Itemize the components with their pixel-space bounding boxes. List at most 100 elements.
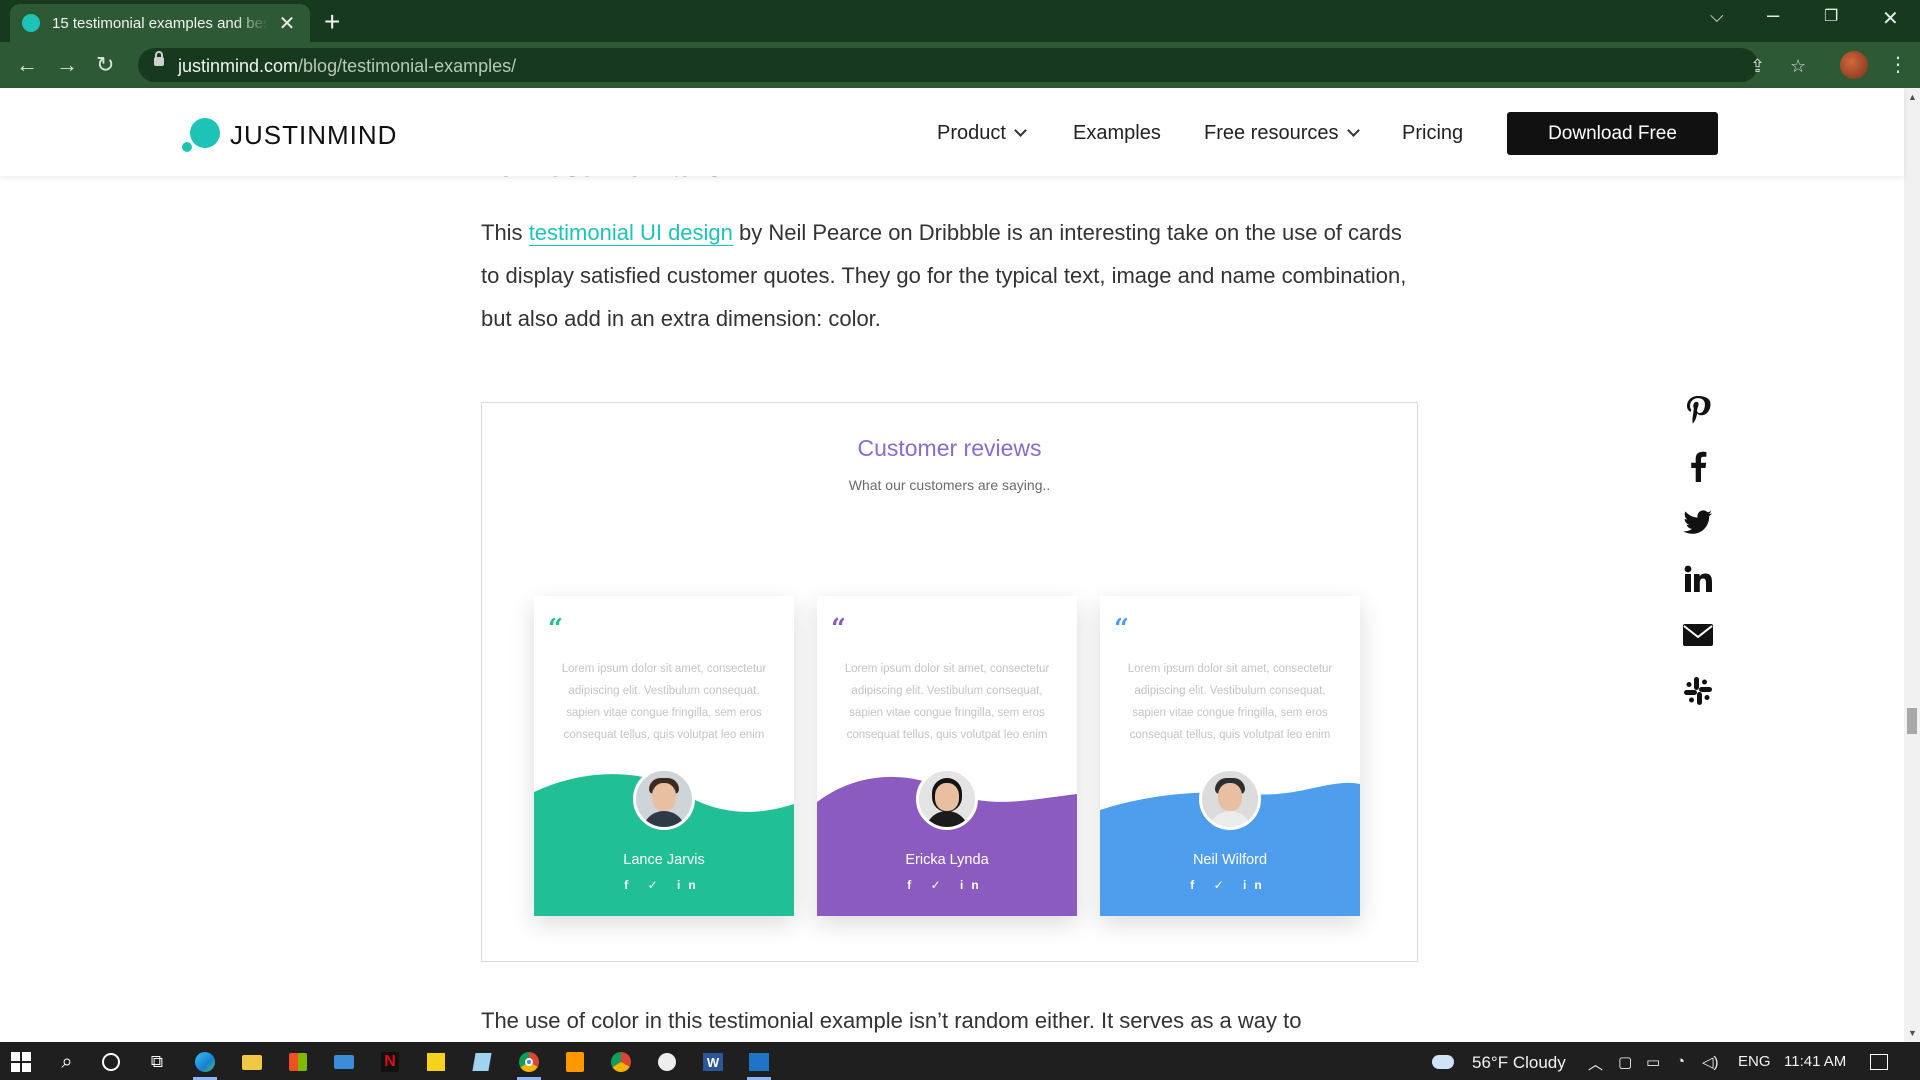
chevron-down-icon <box>1014 124 1027 137</box>
slack-icon[interactable] <box>1682 675 1714 707</box>
quote-mark-icon: “ <box>1114 614 1129 644</box>
logo-text: JUSTINMIND <box>230 119 398 150</box>
site-header: JUSTINMIND Product Examples Free resourc… <box>0 88 1904 176</box>
testimonial-card: “ Lorem ipsum dolor sit amet, consectetu… <box>817 596 1077 916</box>
nav-free-resources[interactable]: Free resources <box>1204 122 1360 145</box>
nav-free-resources-label: Free resources <box>1204 122 1339 144</box>
notifications-icon[interactable] <box>1868 1051 1890 1073</box>
facebook-icon[interactable] <box>1682 450 1714 482</box>
reviewer-social-icons: f ✓ in <box>1190 878 1270 892</box>
intro-paragraph: This testimonial UI design by Neil Pearc… <box>481 211 1421 340</box>
bookmark-star-icon[interactable]: ☆ <box>1790 56 1806 77</box>
restore-button[interactable]: ❐ <box>1824 6 1838 26</box>
tab-title: 15 testimonial examples and best practic… <box>52 14 268 32</box>
chrome-icon[interactable] <box>518 1051 540 1073</box>
search-icon[interactable]: ⌕ <box>56 1051 78 1073</box>
browser-tab-bar: 15 testimonial examples and best practic… <box>0 0 1920 42</box>
avatar <box>1199 768 1261 830</box>
reviewer-name: Neil Wilford <box>1192 852 1268 868</box>
sticky-notes-icon[interactable] <box>425 1051 447 1073</box>
browser-menu-icon[interactable]: ⋮ <box>1888 52 1908 77</box>
linkedin-icon[interactable] <box>1682 563 1714 595</box>
windows-start-icon[interactable] <box>10 1051 32 1073</box>
meet-now-icon[interactable]: ▢ <box>1618 1053 1632 1071</box>
url-domain: justinmind.com <box>178 56 299 76</box>
quote-mark-icon: “ <box>831 614 846 644</box>
chevron-down-icon <box>1346 124 1360 137</box>
reviewer-name: Ericka Lynda <box>905 852 989 868</box>
nav-examples[interactable]: Examples <box>1073 122 1161 145</box>
word-icon[interactable]: W <box>702 1051 724 1073</box>
testimonial-text: Lorem ipsum dolor sit amet, consectetur … <box>1127 663 1333 741</box>
photos-icon[interactable] <box>748 1051 770 1073</box>
mail-icon[interactable] <box>333 1051 355 1073</box>
next-paragraph: The use of color in this testimonial exa… <box>481 1008 1302 1033</box>
emoji-app-icon[interactable] <box>656 1051 678 1073</box>
browser-toolbar: ← → ↻ justinmind.com/blog/testimonial-ex… <box>0 42 1920 88</box>
figure-title: Customer reviews <box>857 435 1042 461</box>
nav-product-label: Product <box>937 122 1006 144</box>
tab-search-icon[interactable]: ⌵ <box>1710 6 1724 27</box>
para-text-before: This <box>481 220 529 245</box>
profile-avatar[interactable] <box>1840 51 1868 79</box>
testimonial-text: Lorem ipsum dolor sit amet, consectetur … <box>561 663 767 741</box>
pinterest-icon[interactable] <box>1682 394 1714 426</box>
new-tab-button[interactable]: + <box>324 6 340 38</box>
lock-icon <box>154 51 164 66</box>
store-icon[interactable] <box>287 1051 309 1073</box>
close-tab-icon[interactable]: ✕ <box>276 11 298 36</box>
windows-taskbar: ⌕ ⧉ N W 56°F Cloudy ︿ ▢ ▭ ◔ ◁) ENG 11:41… <box>0 1042 1920 1080</box>
avatar <box>633 768 695 830</box>
address-bar[interactable]: justinmind.com/blog/testimonial-examples… <box>138 48 1806 82</box>
back-button[interactable]: ← <box>16 52 38 78</box>
testimonial-text: Lorem ipsum dolor sit amet, consectetur … <box>844 663 1050 741</box>
reviewer-social-icons: f ✓ in <box>624 878 704 892</box>
reviewer-name: Lance Jarvis <box>623 852 705 868</box>
section-heading: 10. Testimonial UI <box>481 176 734 184</box>
quote-mark-icon: “ <box>548 614 563 644</box>
battery-icon[interactable]: ▭ <box>1646 1053 1660 1071</box>
browser-tab[interactable]: 15 testimonial examples and best practic… <box>10 4 310 42</box>
input-language[interactable]: ENG <box>1738 1053 1771 1070</box>
task-view-icon[interactable]: ⧉ <box>146 1051 168 1073</box>
clock-time[interactable]: 11:41 AM <box>1784 1053 1846 1070</box>
article-content: 10. Testimonial UI This testimonial UI d… <box>0 176 1904 1042</box>
sublime-text-icon[interactable] <box>564 1051 586 1073</box>
volume-icon[interactable]: ◁) <box>1702 1053 1719 1071</box>
reviewer-social-icons: f ✓ in <box>907 878 987 892</box>
file-explorer-icon[interactable] <box>241 1051 263 1073</box>
testimonial-card: “ Lorem ipsum dolor sit amet, consectetu… <box>534 596 794 916</box>
logo-mark-icon <box>180 118 224 152</box>
chrome-profile-icon[interactable] <box>610 1051 632 1073</box>
testimonial-ui-design-link[interactable]: testimonial UI design <box>528 220 733 246</box>
notepad-icon[interactable] <box>471 1051 493 1073</box>
email-icon[interactable] <box>1682 619 1714 651</box>
cortana-icon[interactable] <box>100 1051 122 1073</box>
url-path: /blog/testimonial-examples/ <box>298 56 517 76</box>
nav-product[interactable]: Product <box>937 122 1027 145</box>
reload-button[interactable]: ↻ <box>96 52 114 78</box>
testimonial-card: “ Lorem ipsum dolor sit amet, consectetu… <box>1100 596 1360 916</box>
wifi-icon[interactable]: ◔ <box>1676 1053 1685 1070</box>
show-hidden-icons-icon[interactable]: ︿ <box>1588 1053 1603 1074</box>
url-text: justinmind.com/blog/testimonial-examples… <box>178 56 516 77</box>
minimize-button[interactable]: – <box>1767 2 1779 28</box>
forward-button[interactable]: → <box>56 52 78 78</box>
share-page-icon[interactable]: ⇪ <box>1750 56 1765 77</box>
edge-browser-icon[interactable] <box>194 1051 216 1073</box>
site-logo[interactable]: JUSTINMIND <box>180 118 397 152</box>
netflix-icon[interactable]: N <box>379 1051 401 1073</box>
cloudy-weather-icon[interactable] <box>1432 1051 1454 1073</box>
scrollbar-thumb[interactable] <box>1907 708 1917 734</box>
weather-text[interactable]: 56°F Cloudy <box>1472 1053 1566 1073</box>
scroll-down-arrow-icon[interactable]: ▼ <box>1908 1028 1917 1038</box>
twitter-icon[interactable] <box>1682 507 1714 539</box>
avatar <box>916 768 978 830</box>
figure-subtitle: What our customers are saying.. <box>848 477 1051 493</box>
download-free-button[interactable]: Download Free <box>1507 112 1718 155</box>
testimonial-figure: Customer reviews What our customers are … <box>481 402 1418 962</box>
close-window-button[interactable]: ✕ <box>1882 6 1899 31</box>
scroll-up-arrow-icon[interactable]: ▲ <box>1908 92 1917 102</box>
page-scrollbar[interactable]: ▲ ▼ <box>1904 88 1920 1042</box>
nav-pricing[interactable]: Pricing <box>1402 122 1463 145</box>
